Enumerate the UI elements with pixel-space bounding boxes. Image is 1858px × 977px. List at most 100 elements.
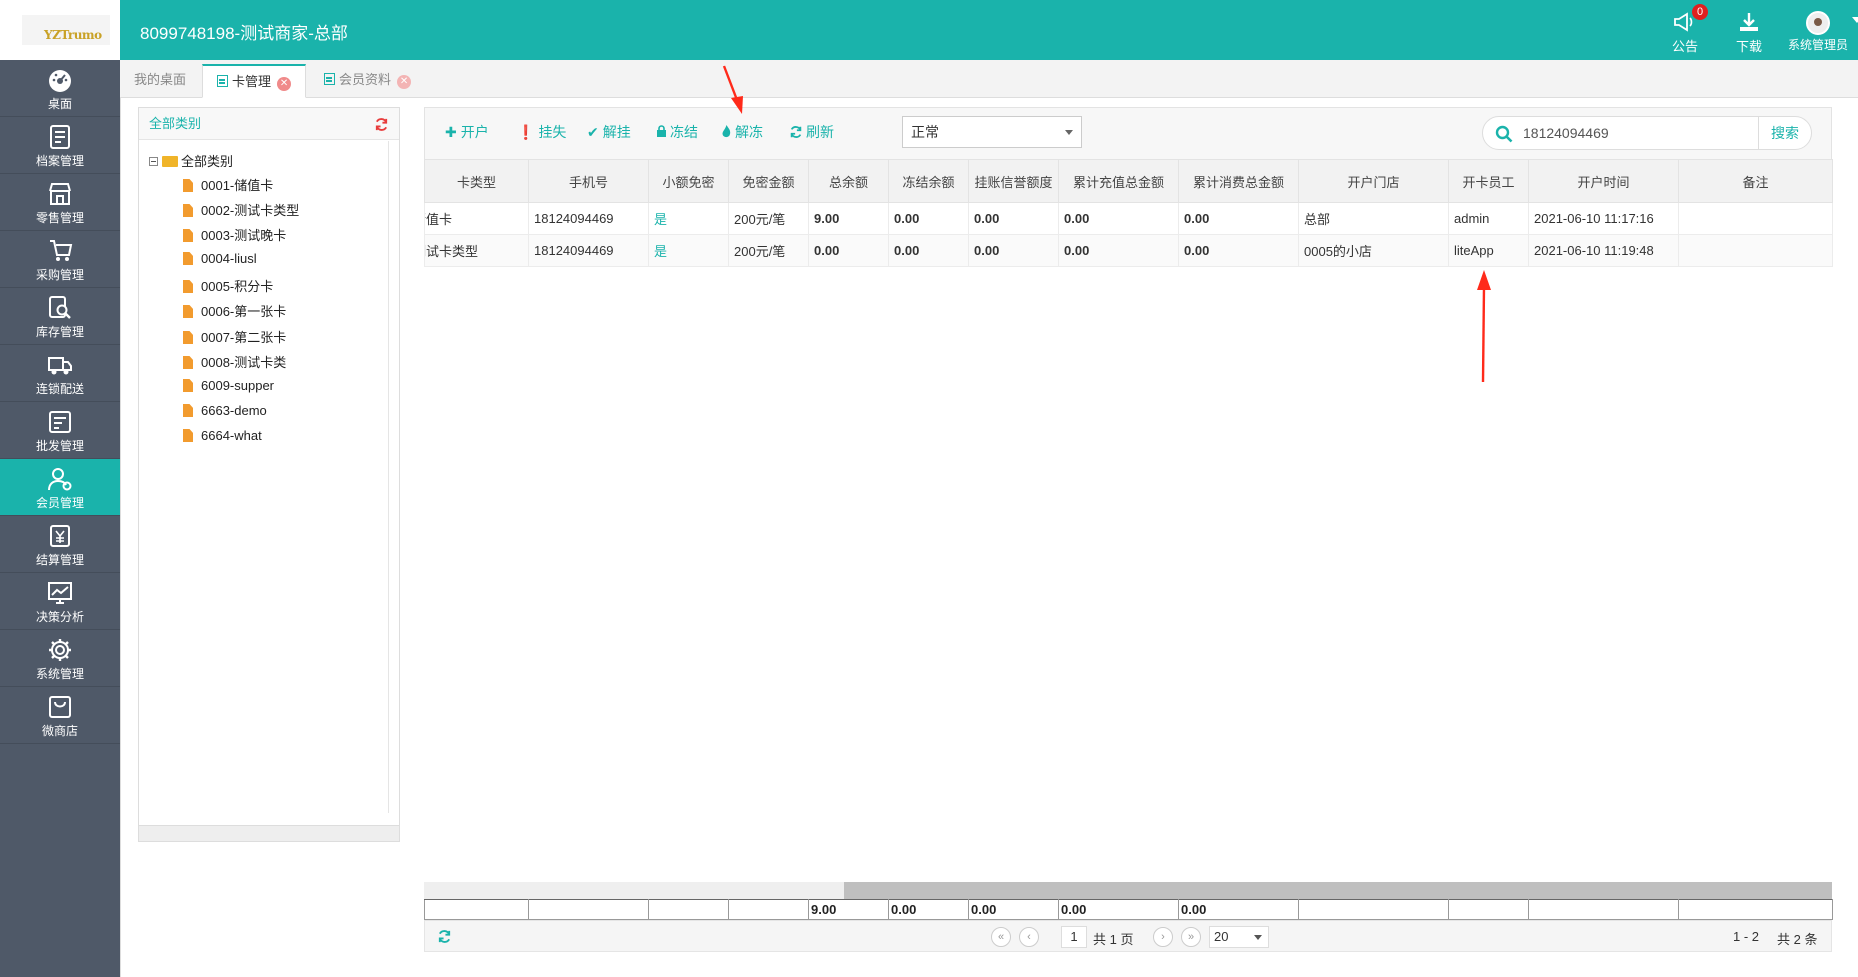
notice-button[interactable]: 0 公告 xyxy=(1672,4,1709,55)
tree-node[interactable]: 0006-第一张卡 xyxy=(183,301,286,320)
column-header[interactable]: 开卡员工 xyxy=(1448,159,1529,203)
open-account-button[interactable]: ✚ 开户 xyxy=(445,122,489,142)
lock-icon xyxy=(657,125,666,137)
sidebar-item-distribution[interactable]: 连锁配送 xyxy=(0,345,120,402)
file-icon xyxy=(183,252,193,265)
close-icon[interactable]: ✕ xyxy=(397,75,412,89)
column-header[interactable]: 挂账信誉额度 xyxy=(968,159,1059,203)
column-header[interactable]: 累计消费总金额 xyxy=(1178,159,1299,203)
next-page-button[interactable]: › xyxy=(1153,927,1173,947)
freeze-button[interactable]: 冻结 xyxy=(656,122,698,142)
refresh-button[interactable]: 刷新 xyxy=(789,122,834,142)
tree-node[interactable]: 0001-储值卡 xyxy=(183,175,273,194)
annotation-arrow-icon xyxy=(722,65,743,114)
logo: YZTrumo xyxy=(22,15,110,45)
tree-node[interactable]: 0002-测试卡类型 xyxy=(183,200,299,219)
sidebar-item-settlement[interactable]: 结算管理 xyxy=(0,516,120,573)
sidebar-item-member[interactable]: 会员管理 xyxy=(0,459,120,516)
sidebar-item-desktop[interactable]: 桌面 xyxy=(0,60,120,117)
card-table: 卡类型 手机号 小额免密 免密金额 总余额 冻结余额 挂账信誉额度 累计充值总金… xyxy=(424,159,1833,267)
column-header[interactable]: 免密金额 xyxy=(728,159,809,203)
file-icon xyxy=(183,229,193,242)
file-icon xyxy=(183,379,193,392)
page-number-input[interactable]: 1 xyxy=(1061,926,1087,948)
tree-node[interactable]: 0007-第二张卡 xyxy=(183,327,286,346)
column-header[interactable]: 总余额 xyxy=(808,159,889,203)
prev-page-button[interactable]: ‹ xyxy=(1019,927,1039,947)
tree-node[interactable]: 6663-demo xyxy=(183,403,267,418)
column-header[interactable]: 开户时间 xyxy=(1528,159,1679,203)
status-select[interactable]: 正常 xyxy=(902,116,1082,148)
table-cell: 0.00 xyxy=(888,202,969,235)
table-cell: 9.00 xyxy=(808,202,889,235)
user-menu[interactable]: 系统管理员 xyxy=(1788,11,1858,53)
tree-body: 全部类别 0001-储值卡 0002-测试卡类型 0003-测试晚卡 0004-… xyxy=(139,141,389,813)
summary-cell: 0.00 xyxy=(968,899,1059,920)
sidebar-item-purchase[interactable]: 采购管理 xyxy=(0,231,120,288)
grid-scrollbar[interactable] xyxy=(424,882,1832,899)
search-box: 搜索 xyxy=(1482,116,1812,150)
refresh-icon xyxy=(790,126,802,138)
member-icon xyxy=(48,468,72,491)
sidebar-item-microshop[interactable]: 微商店 xyxy=(0,687,120,744)
summary-cell: 0.00 xyxy=(1178,899,1299,920)
sidebar-item-wholesale[interactable]: 批发管理 xyxy=(0,402,120,459)
table-cell: 0.00 xyxy=(1178,234,1299,267)
unreport-loss-button[interactable]: ✔ 解挂 xyxy=(587,122,631,142)
download-button[interactable]: 下载 xyxy=(1736,10,1762,55)
refresh-icon[interactable] xyxy=(374,117,389,132)
table-row[interactable]: 储值卡 18124094469 是 200元/笔 9.00 0.00 0.00 … xyxy=(424,202,1833,235)
summary-cell xyxy=(1528,899,1679,920)
column-header[interactable]: 备注 xyxy=(1678,159,1833,203)
last-page-button[interactable]: » xyxy=(1181,927,1201,947)
tab-card-management[interactable]: 卡管理 ✕ xyxy=(202,64,307,98)
tree-root[interactable]: 全部类别 xyxy=(149,151,233,170)
column-header[interactable]: 卡类型 xyxy=(424,159,529,203)
close-icon[interactable]: ✕ xyxy=(277,77,292,91)
table-cell: 18124094469 xyxy=(528,234,649,267)
tree-node[interactable]: 0003-测试晚卡 xyxy=(183,225,286,244)
table-row[interactable]: 测试卡类型 18124094469 是 200元/笔 0.00 0.00 0.0… xyxy=(424,234,1833,267)
search-button[interactable]: 搜索 xyxy=(1758,117,1811,149)
tree-node[interactable]: 0004-liusl xyxy=(183,251,257,266)
refresh-icon[interactable] xyxy=(437,929,452,944)
tree-node[interactable]: 0008-测试卡类 xyxy=(183,352,286,371)
table-cell: liteApp xyxy=(1448,234,1529,267)
column-header[interactable]: 累计充值总金额 xyxy=(1058,159,1179,203)
table-cell: 0005的小店 xyxy=(1298,234,1449,267)
table-cell xyxy=(1678,202,1833,235)
tab-desktop[interactable]: 我的桌面 xyxy=(120,64,200,98)
collapse-icon[interactable] xyxy=(149,157,158,166)
column-header[interactable]: 开户门店 xyxy=(1298,159,1449,203)
logo-area: YZTrumo xyxy=(0,0,120,60)
record-total: 共 2 条 xyxy=(1777,932,1818,947)
tab-member-info[interactable]: 会员资料 ✕ xyxy=(310,64,425,98)
column-header[interactable]: 手机号 xyxy=(528,159,649,203)
search-input[interactable] xyxy=(1523,123,1753,143)
table-cell: 2021-06-10 11:17:16 xyxy=(1528,202,1679,235)
table-cell: 0.00 xyxy=(968,234,1059,267)
summary-cell xyxy=(1678,899,1833,920)
tree-scrollbar[interactable] xyxy=(139,825,399,841)
fire-icon xyxy=(722,125,731,138)
scrollbar-thumb[interactable] xyxy=(844,882,1832,899)
first-page-button[interactable]: « xyxy=(991,927,1011,947)
sidebar-item-analysis[interactable]: 决策分析 xyxy=(0,573,120,630)
gear-icon xyxy=(49,639,71,661)
sidebar-item-inventory[interactable]: 库存管理 xyxy=(0,288,120,345)
tree-node[interactable]: 6664-what xyxy=(183,428,262,443)
report-loss-button[interactable]: ❗ 挂失 xyxy=(517,122,566,142)
tree-node[interactable]: 6009-supper xyxy=(183,378,274,393)
unfreeze-button[interactable]: 解冻 xyxy=(721,122,763,142)
table-cell: 总部 xyxy=(1298,202,1449,235)
column-header[interactable]: 冻结余额 xyxy=(888,159,969,203)
cart-icon xyxy=(50,240,73,261)
sidebar-item-archive[interactable]: 档案管理 xyxy=(0,117,120,174)
summary-cell xyxy=(648,899,729,920)
annotation-arrow-icon xyxy=(1477,270,1491,383)
sidebar-item-system[interactable]: 系统管理 xyxy=(0,630,120,687)
sidebar-item-retail[interactable]: 零售管理 xyxy=(0,174,120,231)
tree-node[interactable]: 0005-积分卡 xyxy=(183,276,273,295)
column-header[interactable]: 小额免密 xyxy=(648,159,729,203)
page-size-select[interactable]: 20 xyxy=(1209,926,1269,948)
